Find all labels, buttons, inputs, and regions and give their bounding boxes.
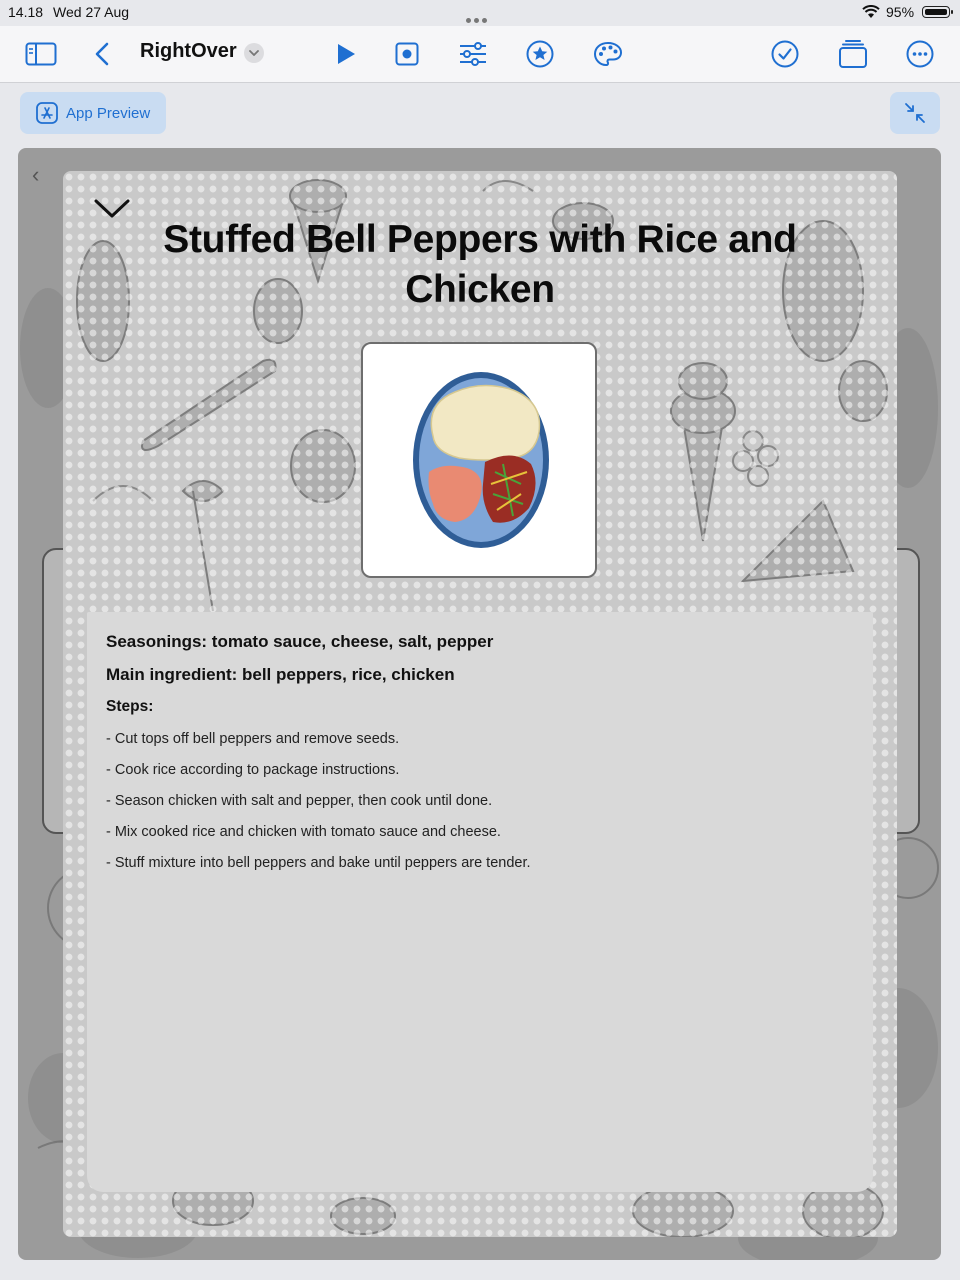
step-item: - Stuff mixture into bell peppers and ba… xyxy=(106,855,531,871)
editor-toolbar: RightOver xyxy=(0,26,960,83)
dismiss-chevron-down-icon[interactable] xyxy=(93,197,131,221)
step-item: - Mix cooked rice and chicken with tomat… xyxy=(106,824,501,840)
sliders-icon[interactable] xyxy=(457,38,489,70)
multitasking-dots[interactable] xyxy=(466,10,494,23)
checkmark-circle-icon[interactable] xyxy=(769,38,801,70)
collapse-arrows-icon xyxy=(905,103,925,123)
steps-list: - Cut tops off bell peppers and remove s… xyxy=(106,722,531,877)
collapse-preview-button[interactable] xyxy=(890,92,940,134)
back-chevron-icon[interactable] xyxy=(86,38,118,70)
record-stop-icon[interactable] xyxy=(391,38,423,70)
step-item: - Season chicken with salt and pepper, t… xyxy=(106,793,493,809)
battery-percent: 95% xyxy=(886,4,915,20)
behind-back-chevron-icon: ‹ xyxy=(32,162,40,187)
sidebar-toggle-icon[interactable] xyxy=(25,38,57,70)
app-store-icon xyxy=(36,102,58,124)
palette-icon[interactable] xyxy=(592,38,624,70)
battery-icon xyxy=(922,6,953,18)
pages-stack-icon[interactable] xyxy=(837,38,869,70)
plate-illustration xyxy=(413,372,549,548)
seasonings-text: Seasonings: tomato sauce, cheese, salt, … xyxy=(106,632,494,651)
app-name[interactable]: RightOver xyxy=(140,40,237,63)
step-item: - Cut tops off bell peppers and remove s… xyxy=(106,731,400,747)
status-bar: 14.18 Wed 27 Aug 95% xyxy=(0,0,960,26)
star-circle-icon[interactable] xyxy=(524,38,556,70)
app-preview-label: App Preview xyxy=(66,104,151,122)
play-icon[interactable] xyxy=(330,38,362,70)
main-ingredient-text: Main ingredient: bell peppers, rice, chi… xyxy=(106,665,455,684)
step-item: - Cook rice according to package instruc… xyxy=(106,762,400,778)
app-preview-canvas[interactable]: ‹ Stuffed Bell Peppers with Rice and Chi… xyxy=(18,148,941,1260)
recipe-info-panel: Seasonings: tomato sauce, cheese, salt, … xyxy=(87,612,873,1192)
recipe-title: Stuffed Bell Peppers with Rice and Chick… xyxy=(163,218,797,311)
sheet-content: Stuffed Bell Peppers with Rice and Chick… xyxy=(63,171,897,1237)
wifi-icon xyxy=(862,5,880,18)
app-menu-chevron-icon[interactable] xyxy=(244,43,264,63)
more-options-icon[interactable] xyxy=(904,38,936,70)
status-date: Wed 27 Aug xyxy=(53,4,130,20)
steps-heading: Steps: xyxy=(106,698,154,715)
status-time: 14.18 Wed 27 Aug xyxy=(8,4,130,20)
recipe-detail-sheet: Stuffed Bell Peppers with Rice and Chick… xyxy=(63,171,897,1237)
app-preview-button[interactable]: App Preview xyxy=(20,92,166,134)
recipe-image xyxy=(361,342,597,578)
